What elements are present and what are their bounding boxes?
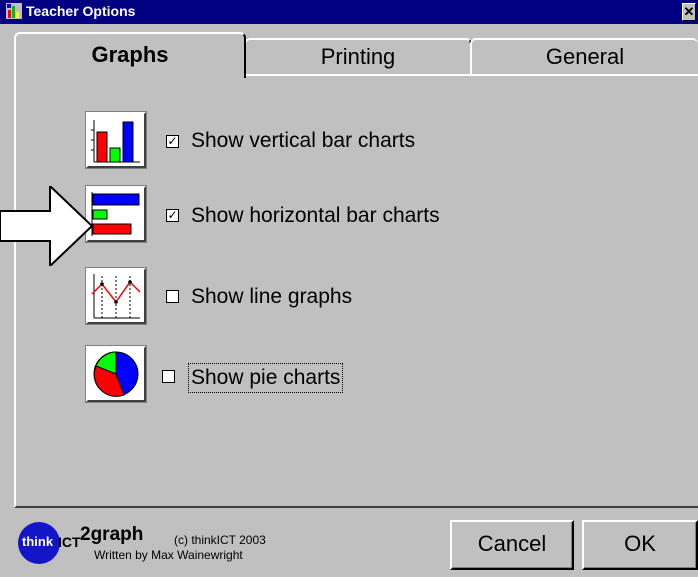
pie-chart-icon [85, 345, 147, 403]
checkmark-icon: ✓ [167, 134, 178, 148]
close-button[interactable]: ✕ [682, 3, 696, 21]
window-title: Teacher Options [26, 3, 136, 19]
vertical-bar-chart-checkbox[interactable]: ✓ [166, 135, 179, 148]
tab-graphs-label: Graphs [91, 42, 169, 67]
title-bar: Teacher Options ✕ [0, 0, 698, 24]
author-text: Written by Max Wainewright [94, 548, 243, 562]
vertical-bar-chart-label[interactable]: Show vertical bar charts [191, 129, 415, 153]
logo-ict-text: ICT [58, 534, 81, 550]
pie-chart-checkbox[interactable] [162, 370, 175, 383]
tab-general-label: General [545, 44, 625, 69]
vertical-bar-chart-icon [85, 111, 147, 169]
horizontal-bar-chart-checkbox[interactable]: ✓ [166, 209, 179, 222]
tab-printing[interactable]: Printing [244, 38, 472, 74]
tab-printing-label: Printing [320, 44, 396, 69]
ok-button[interactable]: OK [582, 520, 698, 570]
logo-think-text: think [22, 534, 54, 549]
app-icon [6, 3, 22, 19]
checkmark-icon: ✓ [167, 208, 178, 222]
copyright-text: (c) thinkICT 2003 [174, 533, 266, 547]
app-name: 2graph [80, 524, 144, 545]
close-icon: ✕ [683, 4, 695, 19]
pointer-arrow-icon [0, 186, 94, 266]
line-graph-label[interactable]: Show line graphs [191, 285, 352, 309]
horizontal-bar-chart-label[interactable]: Show horizontal bar charts [191, 204, 440, 228]
tab-general[interactable]: General [470, 38, 698, 74]
pie-chart-label[interactable]: Show pie charts [187, 363, 344, 393]
cancel-button[interactable]: Cancel [450, 520, 574, 570]
line-graph-icon [85, 267, 147, 325]
line-graph-checkbox[interactable] [166, 290, 179, 303]
tab-graphs[interactable]: Graphs [14, 32, 246, 78]
